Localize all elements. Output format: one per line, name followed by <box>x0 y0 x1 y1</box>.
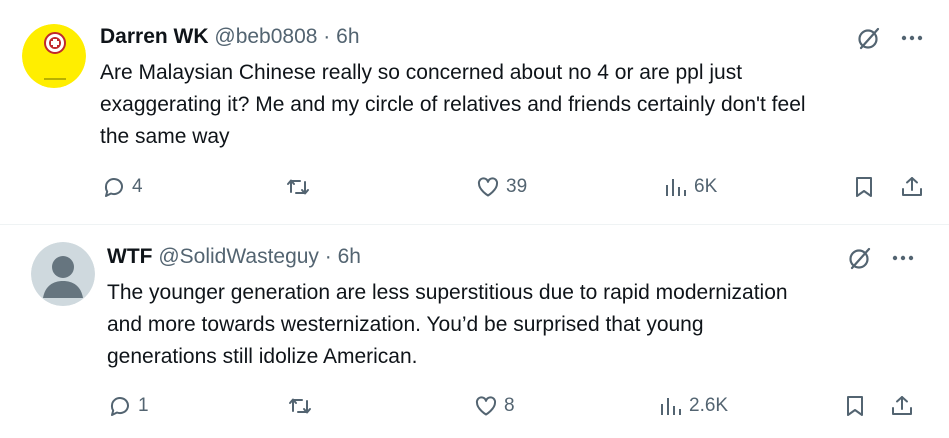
like-count: 39 <box>506 176 528 197</box>
tweet-text-line: the same way <box>100 125 230 148</box>
tweet-text-line: exaggerating it? Me and my circle of rel… <box>100 93 806 116</box>
like-count: 8 <box>504 395 515 416</box>
retweet-icon <box>289 398 311 414</box>
reply-icon <box>104 178 123 197</box>
bookmark-button[interactable] <box>852 173 876 201</box>
share-button[interactable] <box>900 173 924 201</box>
author-handle[interactable]: @beb0808 <box>214 25 317 48</box>
views-button[interactable]: 2.6K <box>659 392 728 420</box>
view-count: 2.6K <box>689 395 729 416</box>
reply-icon <box>110 397 129 416</box>
like-icon <box>477 177 499 197</box>
tweet-text: Are Malaysian Chinese really so concerne… <box>100 57 940 153</box>
share-icon <box>892 396 912 415</box>
share-button[interactable] <box>890 392 914 420</box>
grok-icon[interactable] <box>846 244 874 272</box>
bookmark-icon <box>847 396 863 416</box>
tweet-header: Darren WK @beb0808 · 6h <box>100 25 360 49</box>
reply-count: 1 <box>138 395 149 416</box>
like-button[interactable]: 8 <box>474 392 515 420</box>
author-name[interactable]: WTF <box>107 245 152 268</box>
more-icon[interactable] <box>898 24 926 52</box>
separator: · <box>324 245 332 268</box>
grok-icon[interactable] <box>855 24 883 52</box>
separator: · <box>323 25 331 48</box>
views-icon <box>661 398 681 415</box>
tweet-text-line: generations still idolize American. <box>107 345 418 368</box>
avatar[interactable] <box>31 242 95 306</box>
share-icon <box>902 177 922 196</box>
retweet-button[interactable] <box>288 392 318 420</box>
timestamp[interactable]: 6h <box>336 25 359 48</box>
retweet-button[interactable] <box>286 173 316 201</box>
reply-button[interactable]: 4 <box>102 173 143 201</box>
views-icon <box>666 179 686 196</box>
author-name[interactable]: Darren WK <box>100 25 209 48</box>
tweet[interactable]: Darren WK @beb0808 · 6h Are Malaysian Ch… <box>0 0 949 224</box>
reply-count: 4 <box>132 176 143 197</box>
tweet-text: The younger generation are less supersti… <box>107 277 927 373</box>
like-button[interactable]: 39 <box>476 173 527 201</box>
like-icon <box>475 396 497 416</box>
tweet[interactable]: WTF @SolidWasteguy · 6h The younger gene… <box>0 224 949 438</box>
avatar[interactable] <box>22 24 86 88</box>
tweet-text-line: and more towards westernization. You’d b… <box>107 313 704 336</box>
views-button[interactable]: 6K <box>664 173 717 201</box>
tweet-text-line: Are Malaysian Chinese really so concerne… <box>100 61 743 84</box>
retweet-icon <box>287 179 309 195</box>
timestamp[interactable]: 6h <box>338 245 361 268</box>
reply-button[interactable]: 1 <box>108 392 149 420</box>
bookmark-button[interactable] <box>843 392 867 420</box>
more-icon[interactable] <box>889 244 917 272</box>
bookmark-icon <box>856 177 872 197</box>
view-count: 6K <box>694 176 718 197</box>
author-handle[interactable]: @SolidWasteguy <box>158 245 319 268</box>
tweet-header: WTF @SolidWasteguy · 6h <box>107 245 361 269</box>
tweet-text-line: The younger generation are less supersti… <box>107 281 788 304</box>
